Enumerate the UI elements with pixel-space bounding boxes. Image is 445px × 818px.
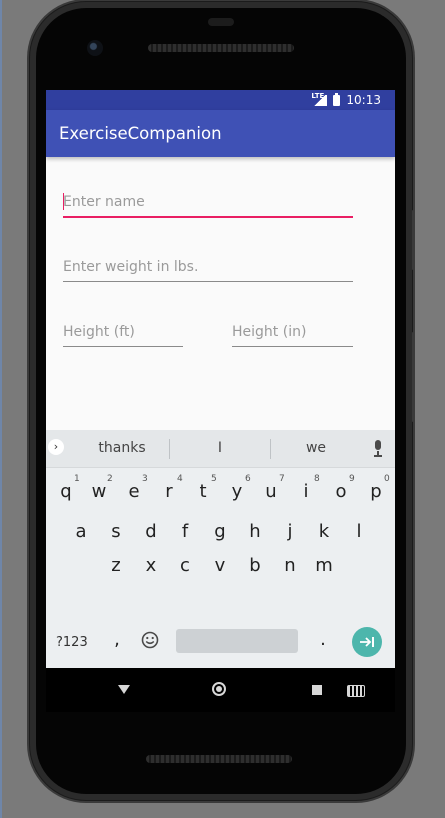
space-bar[interactable] — [176, 629, 298, 653]
weight-field[interactable] — [63, 255, 353, 282]
key-n[interactable]: n — [280, 552, 300, 580]
height-ft-input[interactable] — [63, 320, 183, 344]
key-k[interactable]: k — [314, 518, 334, 546]
key-r-hint: 4 — [177, 474, 183, 484]
emulator-stage: LTE 10:13 ExerciseCompanion › thanks — [0, 0, 445, 818]
key-s[interactable]: s — [106, 518, 126, 546]
comma-key[interactable]: , — [110, 626, 124, 654]
lte-signal-icon: LTE — [311, 91, 328, 106]
network-type: LTE — [311, 91, 325, 100]
key-g[interactable]: g — [210, 518, 230, 546]
weight-input[interactable] — [63, 255, 353, 279]
status-bar: LTE 10:13 — [46, 90, 395, 110]
key-p[interactable]: p — [366, 478, 386, 506]
top-speaker-grille — [148, 44, 294, 52]
suggestion-3[interactable]: we — [270, 430, 362, 467]
emoji-icon[interactable] — [141, 631, 159, 649]
key-x[interactable]: x — [141, 552, 161, 580]
window-edge — [0, 0, 2, 818]
key-m[interactable]: m — [312, 552, 336, 580]
key-j[interactable]: j — [280, 518, 300, 546]
key-y[interactable]: y — [227, 478, 247, 506]
key-h[interactable]: h — [245, 518, 265, 546]
chevron-right-icon[interactable]: › — [48, 439, 64, 455]
key-f[interactable]: f — [175, 518, 195, 546]
key-b[interactable]: b — [245, 552, 265, 580]
enter-icon — [360, 637, 374, 647]
key-a[interactable]: a — [71, 518, 91, 546]
height-in-field[interactable] — [232, 320, 353, 347]
mic-icon[interactable] — [371, 440, 385, 458]
battery-icon — [333, 92, 341, 106]
key-l[interactable]: l — [349, 518, 369, 546]
key-t[interactable]: t — [193, 478, 213, 506]
key-q-hint: 1 — [74, 474, 80, 484]
enter-key[interactable] — [352, 627, 382, 657]
key-z[interactable]: z — [106, 552, 126, 580]
key-u[interactable]: u — [261, 478, 281, 506]
name-input[interactable] — [63, 190, 353, 214]
bottom-speaker-grille — [146, 755, 292, 763]
key-v[interactable]: v — [210, 552, 230, 580]
text-cursor — [63, 193, 64, 210]
key-w-hint: 2 — [107, 474, 113, 484]
key-u-hint: 7 — [279, 474, 285, 484]
key-q[interactable]: q — [56, 478, 76, 506]
home-circle-icon[interactable] — [212, 682, 226, 696]
key-e-hint: 3 — [142, 474, 148, 484]
earpiece — [208, 18, 234, 26]
recents-square-icon[interactable] — [312, 685, 322, 695]
power-button[interactable] — [412, 332, 415, 422]
symbols-key[interactable]: ?123 — [56, 635, 88, 650]
suggestion-strip: › thanks I we — [46, 430, 395, 468]
suggestion-1[interactable]: thanks — [72, 430, 172, 467]
key-y-hint: 6 — [245, 474, 251, 484]
status-time: 10:13 — [346, 93, 381, 107]
volume-button[interactable] — [412, 210, 415, 270]
name-field[interactable] — [63, 190, 353, 218]
back-triangle-icon[interactable] — [118, 685, 130, 694]
height-in-input[interactable] — [232, 320, 353, 344]
key-e[interactable]: e — [124, 478, 144, 506]
key-p-hint: 0 — [384, 474, 390, 484]
device-screen: LTE 10:13 ExerciseCompanion › thanks — [46, 90, 395, 668]
key-w[interactable]: w — [89, 478, 109, 506]
key-t-hint: 5 — [211, 474, 217, 484]
soft-keyboard: › thanks I we q 1 w 2 e 3 r 4 t 5 y 6 u … — [46, 430, 395, 668]
key-i-hint: 8 — [314, 474, 320, 484]
height-ft-field[interactable] — [63, 320, 183, 347]
app-bar: ExerciseCompanion — [46, 110, 395, 157]
keyboard-icon[interactable] — [347, 685, 365, 697]
front-camera-icon — [87, 40, 103, 56]
key-c[interactable]: c — [175, 552, 195, 580]
navigation-bar — [46, 668, 395, 712]
key-i[interactable]: i — [296, 478, 316, 506]
key-d[interactable]: d — [141, 518, 161, 546]
period-key[interactable]: . — [316, 626, 330, 654]
app-title: ExerciseCompanion — [59, 124, 222, 143]
key-o-hint: 9 — [349, 474, 355, 484]
key-o[interactable]: o — [331, 478, 351, 506]
suggestion-2[interactable]: I — [170, 430, 270, 467]
key-r[interactable]: r — [159, 478, 179, 506]
